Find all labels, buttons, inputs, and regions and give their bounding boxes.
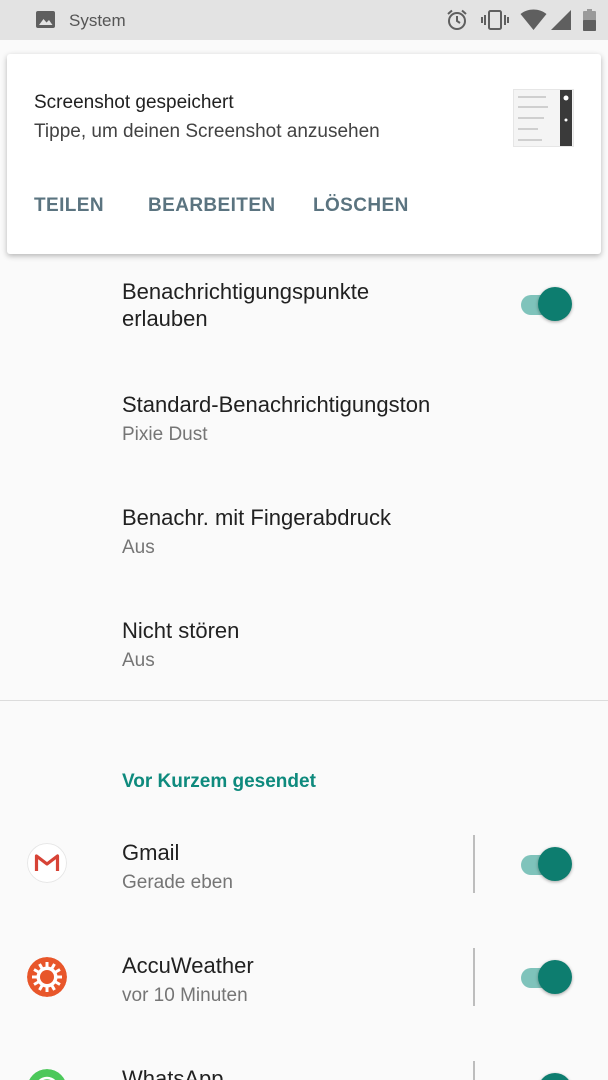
- app-row-whatsapp[interactable]: WhatsApp: [0, 1051, 608, 1080]
- signal-icon: [551, 10, 571, 30]
- app-name: Gmail: [122, 840, 180, 865]
- toggle-thumb: [538, 847, 572, 881]
- battery-icon: [583, 9, 596, 31]
- toggle-thumb: [538, 1073, 572, 1080]
- section-divider: [0, 700, 608, 701]
- notification-dots-title-line2: erlauben: [122, 306, 208, 331]
- app-time: vor 10 Minuten: [122, 985, 248, 1006]
- row-separator: [473, 948, 475, 1006]
- fingerprint-notification-setting[interactable]: Benachr. mit Fingerabdruck Aus: [0, 493, 608, 593]
- app-time: Gerade eben: [122, 872, 233, 893]
- whatsapp-icon: [29, 1069, 65, 1080]
- notification-text: Tippe, um deinen Screenshot anzusehen: [34, 121, 380, 142]
- notification-dots-toggle[interactable]: [519, 284, 575, 324]
- toggle-thumb: [538, 960, 572, 994]
- screenshot-thumbnail[interactable]: [513, 89, 574, 147]
- app-row-accuweather[interactable]: AccuWeather vor 10 Minuten: [0, 938, 608, 1048]
- status-bar: System: [0, 0, 608, 40]
- notification-title: Screenshot gespeichert: [34, 92, 234, 113]
- app-name: WhatsApp: [122, 1066, 224, 1080]
- notification-dots-title: Benachrichtigungspunkte: [122, 279, 370, 304]
- fingerprint-notification-title: Benachr. mit Fingerabdruck: [122, 505, 392, 530]
- app-row-gmail[interactable]: Gmail Gerade eben: [0, 825, 608, 935]
- app-name: AccuWeather: [122, 953, 254, 978]
- default-sound-setting[interactable]: Standard-Benachrichtigungston Pixie Dust: [0, 380, 608, 480]
- row-separator: [473, 1061, 475, 1080]
- delete-button[interactable]: LÖSCHEN: [313, 195, 409, 217]
- vibrate-icon: [481, 10, 509, 30]
- gmail-toggle[interactable]: [519, 844, 575, 884]
- default-sound-title: Standard-Benachrichtigungston: [122, 392, 431, 417]
- alarm-icon: [447, 9, 467, 30]
- row-separator: [473, 835, 475, 893]
- status-app-name: System: [69, 11, 126, 30]
- screenshot-notification[interactable]: Screenshot gespeichert Tippe, um deinen …: [7, 54, 601, 254]
- do-not-disturb-setting[interactable]: Nicht stören Aus: [0, 606, 608, 696]
- share-button[interactable]: TEILEN: [34, 195, 104, 217]
- accuweather-icon: [27, 957, 67, 997]
- default-sound-value: Pixie Dust: [122, 424, 208, 445]
- do-not-disturb-value: Aus: [122, 650, 155, 671]
- fingerprint-notification-value: Aus: [122, 537, 155, 558]
- image-icon: [36, 11, 55, 28]
- edit-button[interactable]: BEARBEITEN: [148, 195, 276, 217]
- notification-dots-setting[interactable]: Benachrichtigungspunkte erlauben: [0, 268, 608, 368]
- gmail-icon: [27, 843, 67, 883]
- toggle-thumb: [538, 287, 572, 321]
- do-not-disturb-title: Nicht stören: [122, 618, 240, 643]
- recent-section-header: Vor Kurzem gesendet: [122, 771, 316, 792]
- whatsapp-toggle[interactable]: [519, 1070, 575, 1080]
- wifi-icon: [520, 9, 547, 30]
- accuweather-toggle[interactable]: [519, 957, 575, 997]
